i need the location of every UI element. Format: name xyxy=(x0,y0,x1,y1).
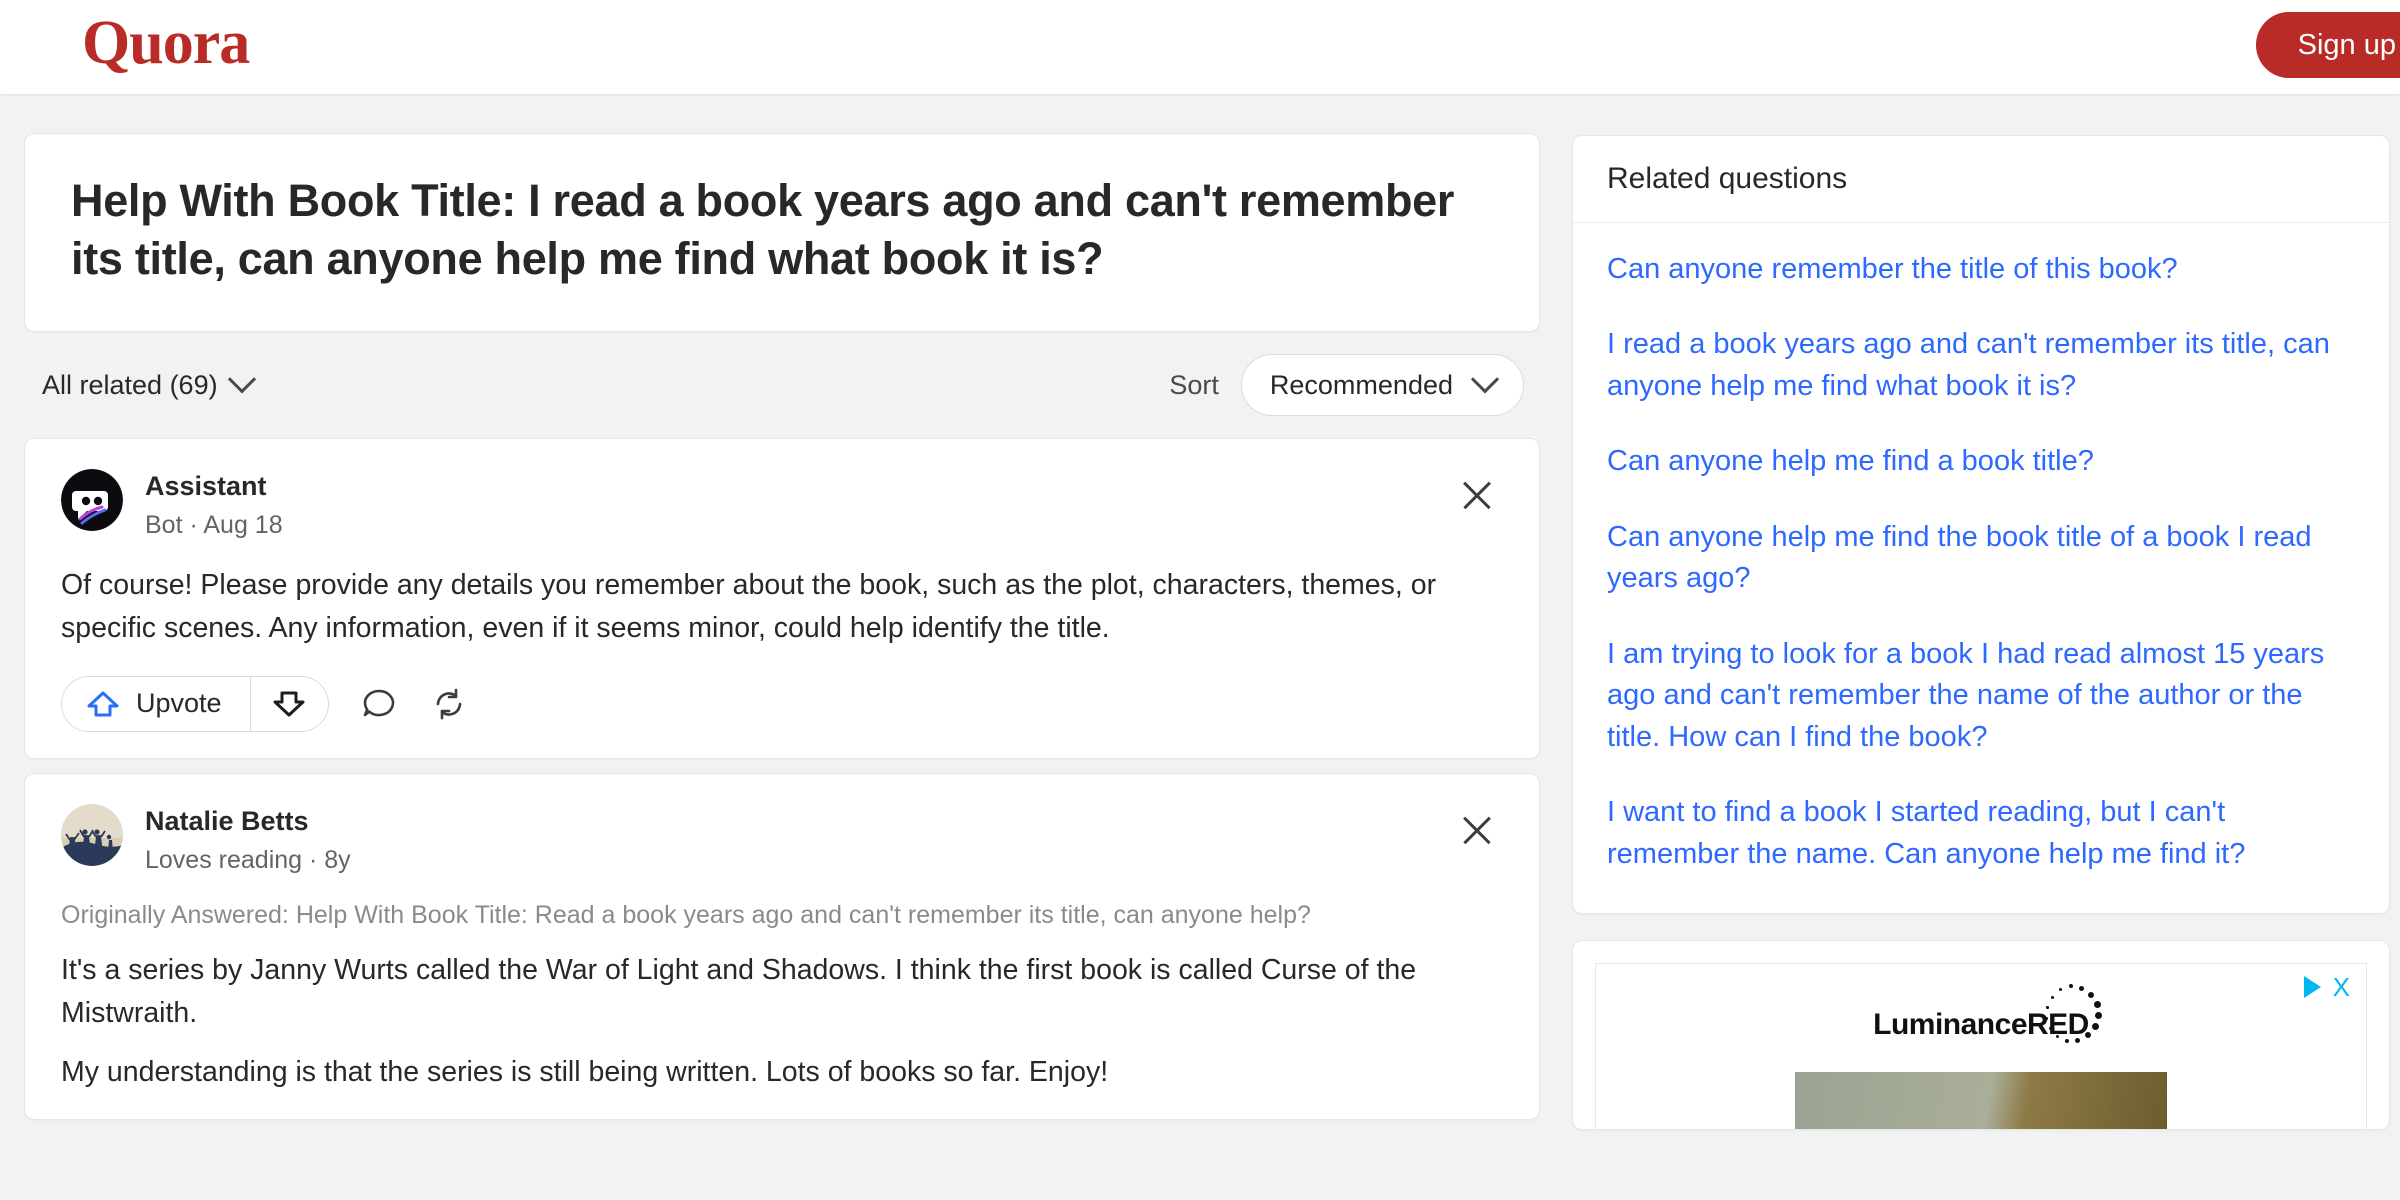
ad-brand-label: LuminanceRED xyxy=(1873,1008,2089,1042)
bot-avatar[interactable] xyxy=(61,469,123,532)
author-credential: Loves reading · 8y xyxy=(145,845,351,874)
answer-author-meta: Natalie Betts Loves reading · 8y xyxy=(145,804,351,875)
page-title: Help With Book Title: I read a book year… xyxy=(71,175,1455,284)
answer-author-header: Natalie Betts Loves reading · 8y xyxy=(61,803,1503,875)
related-questions-title: Related questions xyxy=(1573,136,2389,223)
answer-paragraph: My understanding is that the series is s… xyxy=(61,1055,1109,1088)
answer-author-meta: Assistant Bot · Aug 18 xyxy=(145,469,283,540)
answer-author-header: Assistant Bot · Aug 18 xyxy=(61,469,1503,540)
related-question-link[interactable]: Can anyone help me find the book title o… xyxy=(1607,517,2355,600)
page-body: Help With Book Title: I read a book year… xyxy=(0,95,2400,1200)
author-name[interactable]: Natalie Betts xyxy=(145,806,351,837)
ad-image xyxy=(1795,1072,2167,1130)
related-question-link[interactable]: I want to find a book I started reading,… xyxy=(1607,792,2355,875)
ad-creative[interactable]: X LuminanceRED xyxy=(1595,963,2367,1130)
upvote-label: Upvote xyxy=(136,688,222,719)
all-related-label: All related (69) xyxy=(42,369,218,400)
quora-logo[interactable]: Quora xyxy=(82,8,250,79)
related-question-link[interactable]: I read a book years ago and can't rememb… xyxy=(1607,324,2355,407)
answer-card: Assistant Bot · Aug 18 Of course! Please… xyxy=(24,438,1540,759)
repost-share-icon xyxy=(436,688,461,720)
adchoices-icon[interactable] xyxy=(2303,976,2321,999)
vote-pill: Upvote xyxy=(61,675,329,732)
sort-value: Recommended xyxy=(1269,369,1453,400)
downvote-arrow-icon xyxy=(273,691,305,717)
ad-close-icon[interactable]: X xyxy=(2333,974,2350,1000)
main-content-column: Help With Book Title: I read a book year… xyxy=(24,133,1540,1121)
question-card: Help With Book Title: I read a book year… xyxy=(24,133,1540,333)
chevron-down-icon xyxy=(227,365,256,394)
share-button[interactable] xyxy=(429,684,469,724)
sort-dropdown[interactable]: Recommended xyxy=(1240,354,1524,417)
ad-dotted-circle-icon xyxy=(2039,984,2105,1054)
top-navigation-bar: Quora Sign up xyxy=(0,0,2400,95)
all-related-dropdown[interactable]: All related (69) xyxy=(42,365,256,401)
related-questions-list: Can anyone remember the title of this bo… xyxy=(1573,223,2389,913)
author-name[interactable]: Assistant xyxy=(145,471,283,502)
signup-button[interactable]: Sign up xyxy=(2255,12,2400,78)
answer-paragraph: It's a series by Janny Wurts called the … xyxy=(61,954,1417,1029)
chevron-down-icon xyxy=(1470,365,1500,394)
upvote-button[interactable]: Upvote xyxy=(62,677,250,731)
upvote-arrow-icon xyxy=(87,691,119,717)
close-icon[interactable] xyxy=(1459,812,1495,848)
related-questions-card: Related questions Can anyone remember th… xyxy=(1572,135,2390,915)
sort-control-group: Sort Recommended xyxy=(1169,354,1524,417)
advertisement-card: X LuminanceRED xyxy=(1572,940,2390,1131)
comment-icon xyxy=(363,689,394,717)
answer-filter-bar: All related (69) Sort Recommended xyxy=(24,346,1540,424)
related-question-link[interactable]: Can anyone help me find a book title? xyxy=(1607,441,2355,482)
sort-label: Sort xyxy=(1169,369,1219,400)
sidebar-column: Related questions Can anyone remember th… xyxy=(1572,135,2390,1131)
ad-controls: X xyxy=(2303,974,2350,1000)
related-question-link[interactable]: Can anyone remember the title of this bo… xyxy=(1607,249,2355,290)
author-credential: Bot · Aug 18 xyxy=(145,511,283,540)
answer-card: Natalie Betts Loves reading · 8y Origina… xyxy=(24,772,1540,1121)
related-question-link[interactable]: I am trying to look for a book I had rea… xyxy=(1607,634,2355,758)
downvote-button[interactable] xyxy=(249,676,328,731)
comment-button[interactable] xyxy=(359,684,399,724)
answer-action-bar: Upvote xyxy=(61,675,1503,732)
originally-answered-note: Originally Answered: Help With Book Titl… xyxy=(61,900,1311,929)
close-icon[interactable] xyxy=(1459,477,1495,513)
photo-avatar[interactable] xyxy=(61,803,123,866)
answer-body: Of course! Please provide any details yo… xyxy=(61,569,1437,644)
